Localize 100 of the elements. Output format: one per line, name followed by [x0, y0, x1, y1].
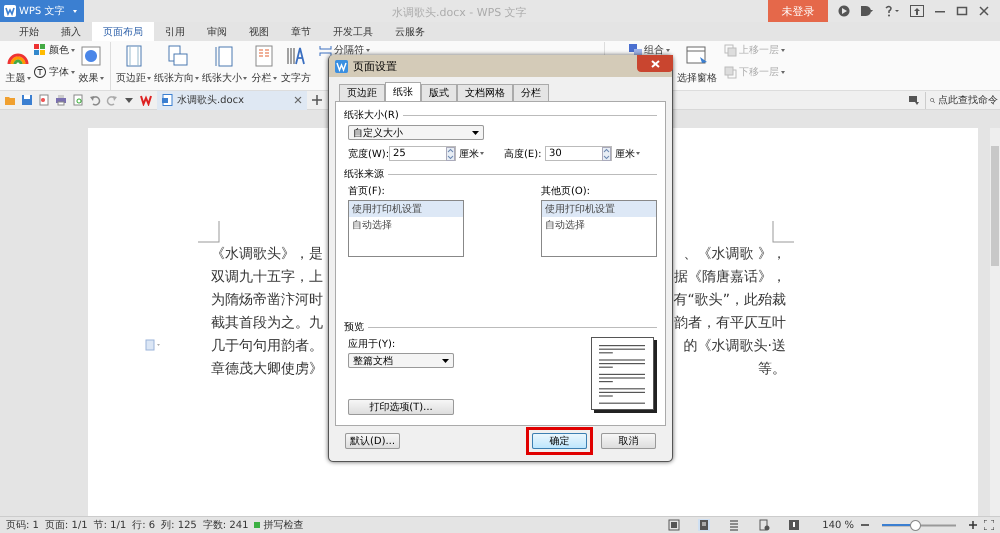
dialog-title: 页面设置	[353, 58, 397, 74]
cancel-button[interactable]: 取消	[601, 432, 656, 448]
caret-icon	[71, 48, 75, 52]
font-icon	[34, 66, 47, 78]
number-field[interactable]: 30	[545, 146, 612, 161]
menu-tab[interactable]: 开始	[8, 22, 50, 41]
ribbon-button[interactable]: 纸张大小	[201, 42, 248, 85]
ribbon-button[interactable]: 文字方	[280, 42, 312, 85]
menu-tab[interactable]: 章节	[280, 22, 322, 41]
caret-icon	[195, 76, 199, 80]
print-options-button[interactable]: 打印选项(T)...	[348, 399, 454, 415]
ok-button[interactable]: 确定	[532, 432, 587, 448]
status-text: 行: 6	[132, 519, 156, 532]
document-text: 《水调歌头》，是	[211, 245, 323, 264]
wps-logo-icon[interactable]	[140, 94, 152, 106]
list-item[interactable]: 使用打印机设置	[542, 201, 656, 217]
list-box[interactable]: 使用打印机设置 自动选择	[541, 200, 657, 257]
status-text: 页码: 1	[6, 519, 39, 532]
dropdown[interactable]: 自定义大小	[348, 125, 484, 140]
section-heading: 纸张来源	[344, 168, 384, 181]
number-field[interactable]: 25	[389, 146, 456, 161]
list-item[interactable]: 使用打印机设置	[349, 201, 463, 217]
outline-view-icon[interactable]	[728, 519, 740, 531]
ribbon-button[interactable]: 效果	[76, 42, 106, 85]
filter-icon[interactable]	[908, 94, 920, 106]
menu-tab[interactable]: 开发工具	[322, 22, 384, 41]
fit-page-icon[interactable]	[668, 519, 680, 531]
section-heading: 预览	[344, 321, 364, 334]
status-text: 页面: 1/1	[44, 519, 88, 532]
ribbon-button[interactable]: 纸张方向	[153, 42, 200, 85]
document-icon[interactable]	[38, 94, 50, 106]
scroll-thumb[interactable]	[991, 146, 999, 266]
save-icon[interactable]	[21, 94, 33, 106]
dropdown[interactable]: 整篇文档	[348, 353, 454, 368]
document-text: 、《水调歌 》，	[684, 245, 786, 264]
undo-icon[interactable]	[89, 94, 101, 106]
dialog-tab[interactable]: 纸张	[385, 82, 421, 101]
app-menu-button[interactable]: WPS 文字	[0, 0, 84, 22]
fullscreen-icon[interactable]	[984, 520, 994, 530]
command-search-field[interactable]: 点此查找命令	[925, 92, 1000, 108]
caret-icon	[71, 70, 75, 74]
print-preview-icon[interactable]	[72, 94, 84, 106]
slider-thumb[interactable]	[910, 520, 921, 530]
page-view-icon[interactable]	[698, 519, 710, 531]
help-icon[interactable]	[884, 5, 900, 17]
menu-tab[interactable]: 视图	[238, 22, 280, 41]
ribbon-button[interactable]: 字体	[34, 65, 75, 79]
document-text: 截其首段为之。九	[211, 314, 323, 333]
ribbon-button[interactable]: 页边距	[115, 42, 152, 85]
dialog-tab[interactable]: 分栏	[513, 84, 549, 101]
maximize-icon[interactable]	[956, 5, 968, 17]
document-text: 为隋炀帝凿汴河时	[211, 291, 323, 310]
zoom-in-icon[interactable]	[968, 520, 978, 530]
pin-to-top-icon[interactable]	[910, 5, 924, 17]
ribbon-button[interactable]: 选择窗格	[676, 42, 718, 85]
document-text: 韵者，有平仄互叶	[674, 314, 786, 333]
margin-corner-mark	[198, 221, 220, 243]
dialog-tab[interactable]: 版式	[421, 84, 457, 101]
field-label: 应用于(Y):	[348, 338, 396, 351]
document-text: 的《水调歌头·送	[684, 337, 786, 356]
list-item[interactable]: 自动选择	[349, 217, 463, 233]
close-button[interactable]	[637, 55, 673, 72]
document-tab[interactable]: 水调歌头.docx	[157, 90, 307, 110]
list-box[interactable]: 使用打印机设置 自动选择	[348, 200, 464, 257]
ribbon-button[interactable]: 主题	[3, 42, 33, 85]
printer-icon[interactable]	[55, 94, 67, 106]
document-text: 双调九十五字，上	[211, 268, 323, 287]
field-label: 其他页(O):	[541, 184, 592, 198]
spell-check-button[interactable]: 拼写检查	[254, 518, 304, 532]
default-button[interactable]: 默认(D)...	[345, 432, 400, 448]
caret-icon	[26, 76, 30, 80]
close-icon[interactable]	[294, 96, 302, 104]
spinner-icon	[602, 146, 611, 160]
unit-dropdown[interactable]: 厘米	[615, 146, 640, 160]
scrollbar[interactable]	[990, 128, 1000, 516]
menu-tab[interactable]: 引用	[154, 22, 196, 41]
menu-tab[interactable]: 审阅	[196, 22, 238, 41]
caret-icon	[100, 76, 104, 80]
skin-icon[interactable]	[838, 5, 850, 17]
margin-corner-mark	[772, 221, 794, 243]
ribbon-button[interactable]: 颜色	[34, 43, 75, 57]
caret-icon	[243, 76, 247, 80]
menu-tab[interactable]: 页面布局	[92, 22, 154, 41]
menu-tab[interactable]: 插入	[50, 22, 92, 41]
caret-icon	[366, 48, 370, 52]
field-label: 宽度(W):	[348, 148, 386, 160]
reading-view-icon[interactable]	[788, 519, 800, 531]
menu-tab[interactable]: 云服务	[384, 22, 436, 41]
unit-dropdown[interactable]: 厘米	[459, 146, 484, 160]
status-text: 列: 125	[161, 519, 197, 532]
close-icon[interactable]	[978, 5, 990, 17]
caret-icon	[480, 152, 484, 155]
dialog-tab[interactable]: 文档网格	[457, 84, 513, 101]
new-tab-icon[interactable]	[312, 95, 322, 105]
dialog-tab[interactable]: 页边距	[339, 84, 385, 101]
ribbon-button[interactable]: 分栏	[249, 42, 279, 85]
rainbow-icon	[6, 53, 30, 66]
web-view-icon[interactable]	[758, 519, 770, 531]
paragraph-marker-icon[interactable]	[145, 339, 161, 351]
list-item[interactable]: 自动选择	[542, 217, 656, 233]
